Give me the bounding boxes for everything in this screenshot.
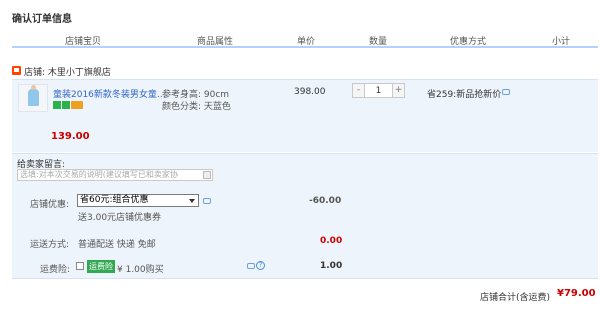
- memo-placeholder: 选填:对本次交易的说明(建议填写已和卖家协: [20, 170, 178, 179]
- quantity-increase-button[interactable]: +: [392, 84, 404, 97]
- shop-discount-amount: -60.00: [309, 196, 342, 206]
- badge-7day-icon: [53, 101, 61, 109]
- insurance-checkbox[interactable]: [76, 262, 84, 270]
- help-icon[interactable]: ?: [256, 261, 265, 270]
- shipping-label: 运送方式:: [30, 240, 70, 250]
- insurance-amount: 1.00: [320, 261, 343, 271]
- insurance-tag: 运费险: [87, 260, 115, 273]
- shop-icon: [12, 66, 21, 75]
- shop-name-link[interactable]: 店铺: 木里小丁旗舰店: [24, 65, 111, 78]
- page-title: 确认订单信息: [12, 14, 72, 25]
- item-unit-price: 398.00: [294, 87, 326, 97]
- item-prop-color: 颜色分类: 天蓝色: [162, 102, 231, 112]
- item-thumbnail[interactable]: [18, 84, 48, 112]
- chat-icon[interactable]: [247, 263, 255, 269]
- shop-total-value: ¥79.00: [557, 288, 596, 299]
- shipping-method: 普通配送 快递 免邮: [78, 240, 156, 250]
- shipping-amount: 0.00: [320, 236, 343, 246]
- item-promo: 省259:新品抢新价: [427, 90, 502, 100]
- shop-discount-select[interactable]: 省60元:组合优惠: [77, 194, 199, 207]
- shop-discount-note: 送3.00元店铺优惠券: [78, 213, 162, 223]
- chevron-down-icon: [189, 199, 195, 203]
- chat-icon[interactable]: [203, 198, 211, 204]
- header-divider: [12, 46, 598, 48]
- shop-total-label: 店铺合计(含运费): [480, 293, 551, 303]
- shop-discount-selected: 省60元:组合优惠: [80, 195, 149, 205]
- shop-discount-label: 店铺优惠:: [30, 200, 70, 210]
- quantity-input[interactable]: [365, 84, 392, 97]
- item-badges: [53, 101, 83, 109]
- quantity-decrease-button[interactable]: -: [353, 84, 365, 97]
- badge-guarantee-icon: [62, 101, 70, 109]
- item-title-link[interactable]: 童装2016新款冬装男女童…: [53, 87, 166, 100]
- item-subtotal: 139.00: [51, 131, 90, 142]
- badge-card-icon: [71, 101, 83, 109]
- quantity-stepper: - +: [352, 83, 405, 98]
- memo-scroll-icon[interactable]: [203, 171, 211, 179]
- chat-icon[interactable]: [502, 89, 510, 95]
- insurance-label: 运费险:: [40, 265, 71, 275]
- bottom-divider: [12, 278, 598, 279]
- insurance-price: ¥ 1.00购买: [117, 265, 164, 275]
- seller-memo-input[interactable]: 选填:对本次交易的说明(建议填写已和卖家协: [17, 169, 213, 181]
